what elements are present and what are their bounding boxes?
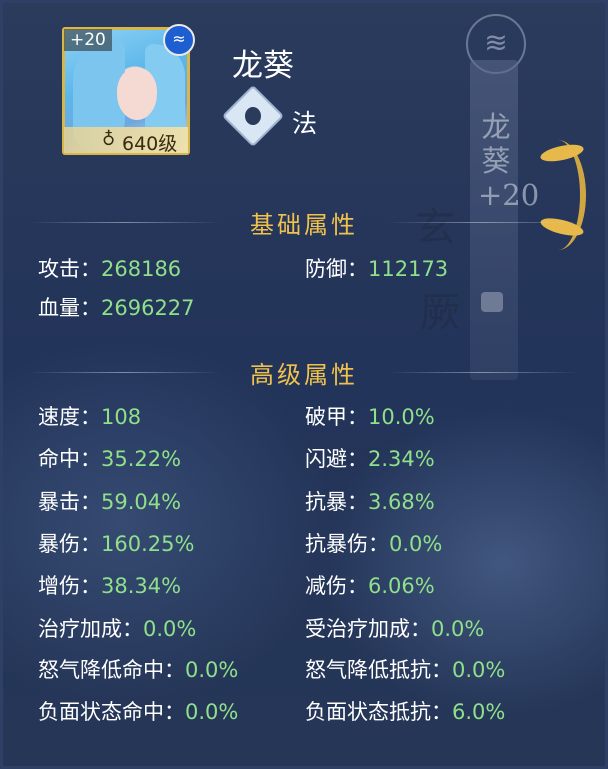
stat-crit: 暴击：59.04% [38,490,182,514]
stat-crit-damage: 暴伤：160.25% [38,532,195,556]
stat-debuff-resist: 负面状态抵抗：6.0% [305,700,506,724]
stat-debuff-hit: 负面状态命中：0.0% [38,700,239,724]
section-divider [388,222,578,223]
hero-name: 龙葵 [232,48,294,84]
hero-class: 法 [292,109,318,138]
stat-dodge: 闪避：2.34% [305,447,435,471]
stat-damage-reduction: 减伤：6.06% [305,574,435,598]
hero-level: 640级 [122,133,178,155]
stat-speed: 速度：108 [38,405,142,429]
hero-side-name: 龙葵+20 [478,110,540,212]
section-divider [388,372,578,373]
enhance-badge: +20 [64,29,112,51]
stat-hp: 血量：2696227 [38,296,195,320]
mage-diamond-icon-core [245,107,261,125]
wave-icon: ≈ [163,24,195,56]
stat-rage-reduce-resist: 怒气降低抵抗：0.0% [305,658,506,682]
stat-damage-bonus: 增伤：38.34% [38,574,182,598]
level-icon: ♁ [102,129,116,150]
stat-rage-reduce-hit: 怒气降低命中：0.0% [38,658,239,682]
portrait-face [117,68,157,120]
stat-healing-bonus: 治疗加成：0.0% [38,617,197,641]
stat-crit-damage-resist: 抗暴伤：0.0% [305,532,443,556]
stat-defense: 防御：112173 [305,257,449,281]
stat-attack: 攻击：268186 [38,257,182,281]
lock-icon [481,292,503,312]
stat-crit-resist: 抗暴：3.68% [305,490,435,514]
background-glyph: 厥 [420,290,460,336]
stat-armor-break: 破甲：10.0% [305,405,435,429]
stat-healing-received: 受治疗加成：0.0% [305,617,485,641]
stat-hit: 命中：35.22% [38,447,182,471]
